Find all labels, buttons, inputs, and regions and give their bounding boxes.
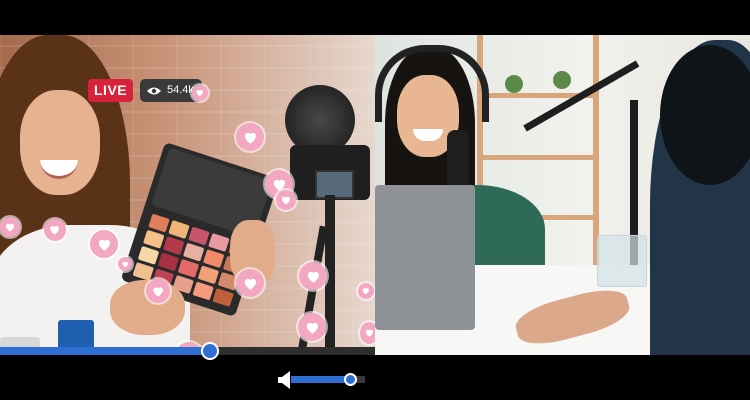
streamer-face	[20, 90, 100, 195]
live-badge: LIVE	[88, 79, 134, 102]
podcast-microphone	[447, 130, 469, 190]
heart-icon	[118, 257, 132, 271]
water-glass	[597, 235, 647, 287]
progress-scrubber[interactable]	[201, 342, 219, 360]
heart-icon	[360, 322, 375, 344]
guest-hair	[660, 45, 750, 185]
volume-knob[interactable]	[344, 373, 358, 386]
potted-plant	[553, 71, 571, 89]
left-video-panel[interactable]: LIVE 54.4k	[0, 35, 375, 355]
laptop	[375, 185, 475, 330]
progress-fill	[0, 347, 210, 355]
heart-icon	[44, 219, 66, 241]
heart-icon	[236, 123, 264, 151]
heart-icon	[236, 269, 264, 297]
heart-icon	[0, 217, 20, 237]
heart-icon	[146, 279, 170, 303]
volume-slider[interactable]	[291, 373, 365, 386]
potted-plant	[505, 75, 523, 93]
speaker-icon[interactable]	[278, 370, 292, 390]
cosmetic-jar	[58, 320, 94, 350]
heart-icon	[358, 283, 374, 299]
right-video-panel[interactable]	[375, 35, 750, 355]
heart-icon	[298, 313, 326, 341]
viewer-count: 54.4k	[167, 84, 194, 96]
heart-icon	[90, 230, 118, 258]
heart-icon	[299, 262, 327, 290]
volume-fill	[291, 376, 351, 383]
camera-rig	[285, 75, 375, 355]
video-progress-bar[interactable]	[0, 342, 375, 360]
eye-icon	[147, 87, 161, 94]
shelf-board	[483, 155, 593, 160]
heart-icon	[192, 85, 208, 101]
heart-icon	[276, 190, 296, 210]
